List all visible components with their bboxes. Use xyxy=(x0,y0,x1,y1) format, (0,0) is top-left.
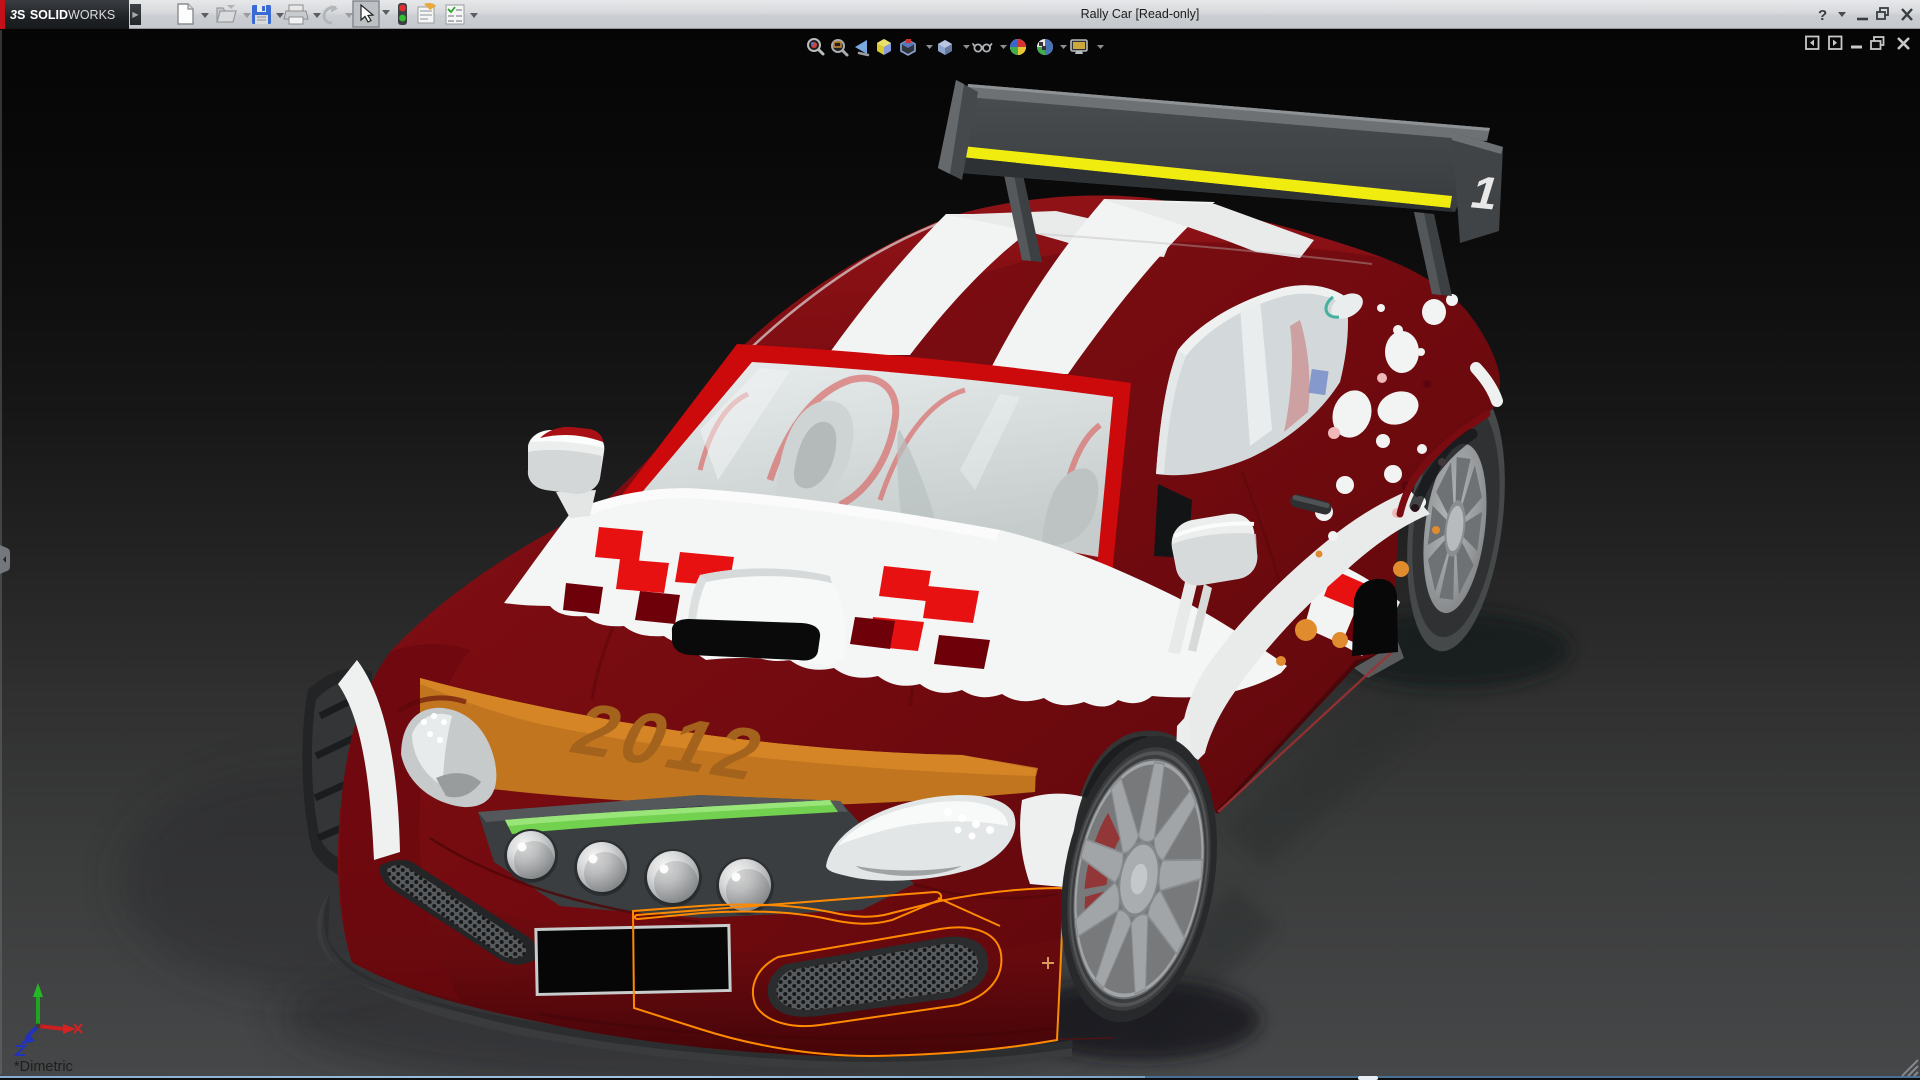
svg-text:1: 1 xyxy=(1469,165,1500,219)
svg-text:?: ? xyxy=(1818,7,1827,24)
